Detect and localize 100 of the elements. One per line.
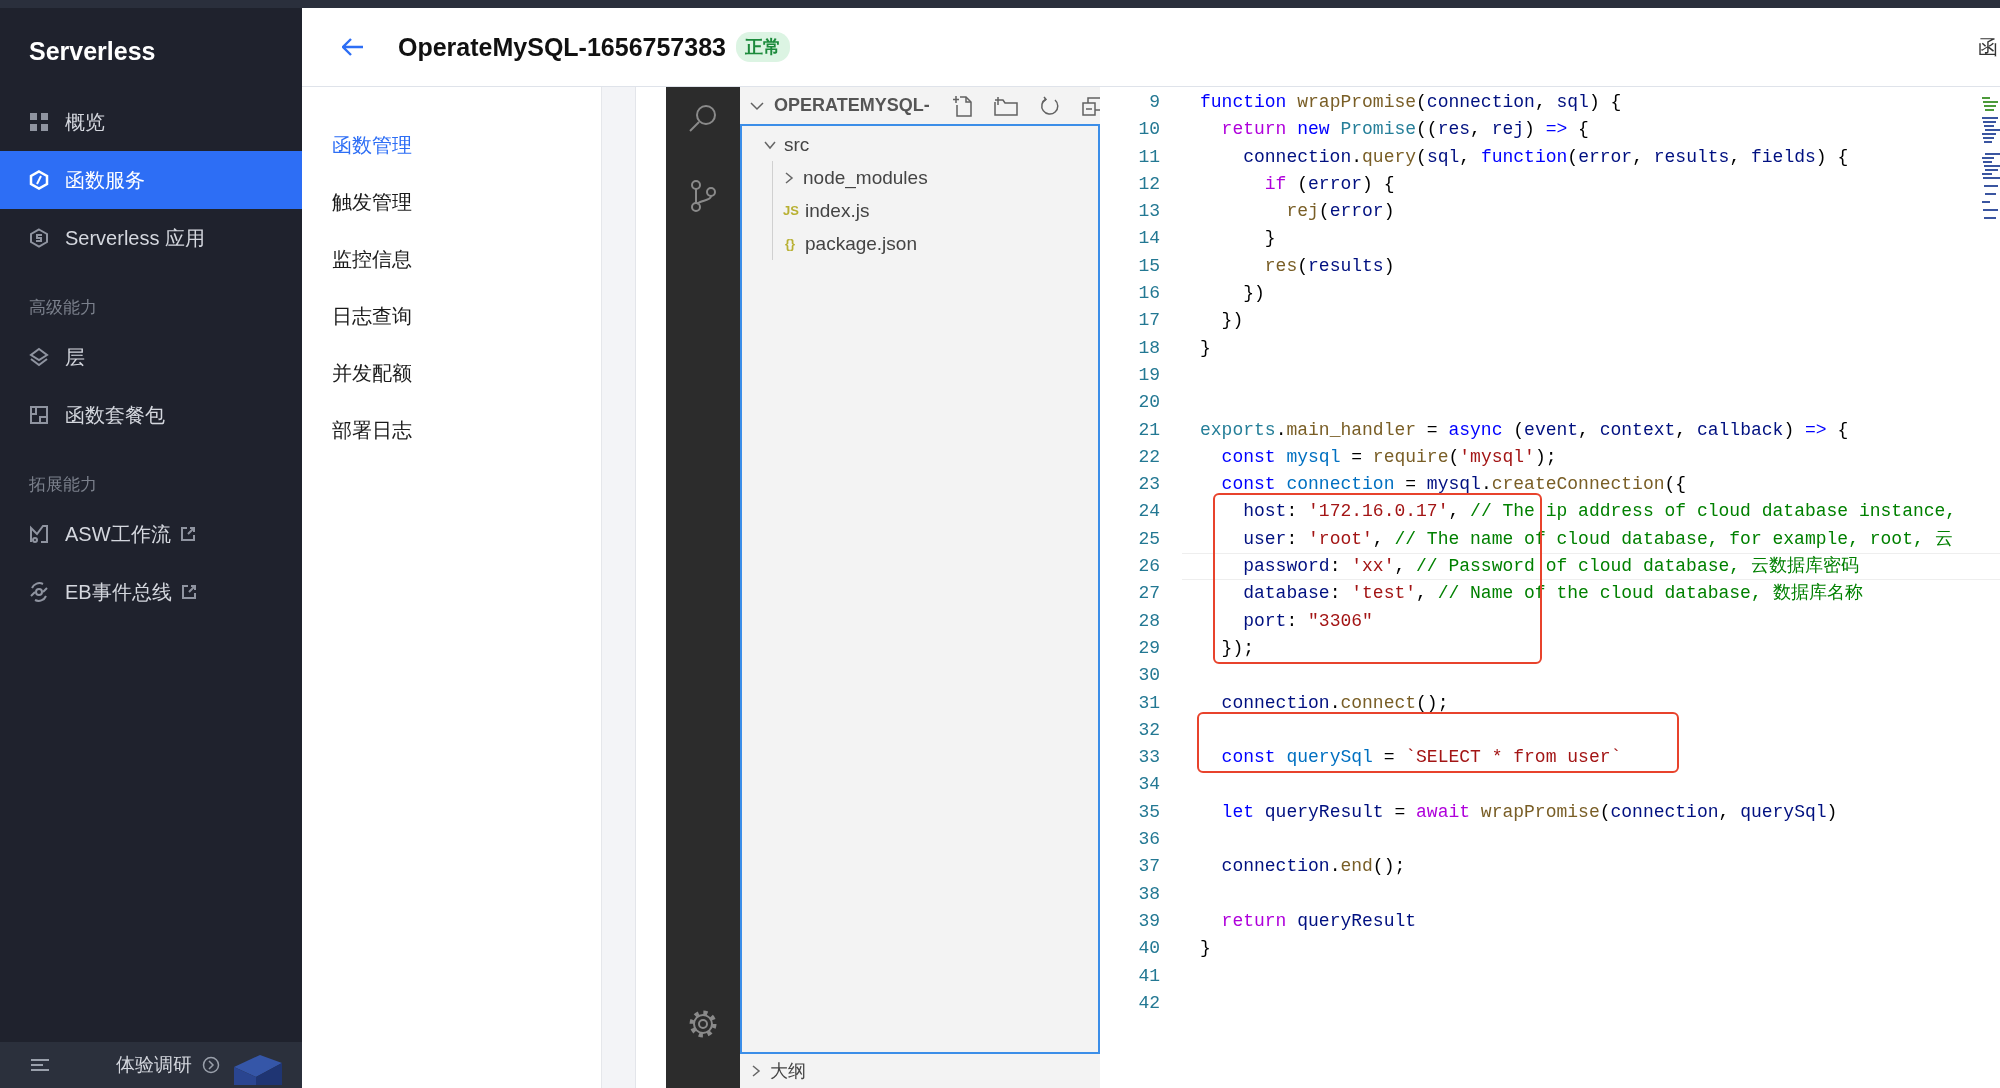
- header-link[interactable]: 函: [1978, 33, 1998, 61]
- code-line: return queryResult: [1220, 910, 1417, 931]
- nav-label: Serverless 应用: [65, 225, 206, 251]
- refresh-icon[interactable]: [1039, 95, 1060, 116]
- code-line: connection.end();: [1220, 856, 1406, 877]
- code-line: }: [1200, 938, 1211, 959]
- line-number: 13: [1137, 200, 1160, 224]
- line-number: 21: [1137, 418, 1160, 442]
- code-line: rej(error): [1285, 201, 1395, 222]
- outline-section[interactable]: 大纲: [740, 1054, 1100, 1088]
- line-number: 30: [1137, 664, 1160, 688]
- code-line: return new Promise((res, rej) => {: [1220, 119, 1589, 140]
- branch-icon[interactable]: [688, 179, 718, 213]
- line-number: 36: [1137, 828, 1160, 851]
- hexagon-icon: [29, 170, 49, 190]
- code-line: res(results): [1263, 255, 1395, 276]
- logo: Serverless: [28, 36, 156, 67]
- line-number: 31: [1137, 691, 1160, 715]
- line-number: 32: [1137, 718, 1160, 742]
- code-line: function wrapPromise(connection, sql) {: [1200, 92, 1622, 112]
- new-folder-icon[interactable]: [993, 95, 1018, 116]
- line-number: 27: [1137, 582, 1160, 606]
- code-line: let queryResult = await wrapPromise(connection, querySql): [1220, 801, 1838, 822]
- subnav-item[interactable]: 监控信息: [302, 231, 412, 288]
- line-number: 34: [1137, 773, 1160, 797]
- code-line: }): [1220, 310, 1244, 331]
- status-badge: 正常: [735, 32, 790, 62]
- chevron-right-icon[interactable]: [783, 171, 795, 184]
- bus-icon: [29, 582, 49, 602]
- line-number: 23: [1137, 473, 1160, 497]
- package-icon: [29, 405, 49, 425]
- line-number: 10: [1137, 118, 1160, 142]
- line-number: 42: [1137, 991, 1160, 1015]
- arrow-circle-icon[interactable]: [202, 1056, 220, 1074]
- code-line: const connection = mysql.createConnection({: [1220, 474, 1687, 495]
- file-type-icon: {}: [783, 236, 797, 251]
- line-number: 14: [1137, 227, 1160, 251]
- grid-icon: [29, 112, 49, 132]
- line-number: 41: [1137, 964, 1160, 988]
- code-line: const querySql = `SELECT * from user`: [1220, 747, 1622, 768]
- code-line: }: [1200, 337, 1211, 358]
- subnav-item[interactable]: 部署日志: [302, 402, 412, 459]
- line-number: 17: [1137, 309, 1160, 333]
- layers-icon: [29, 347, 49, 367]
- nav-item[interactable]: Serverless 应用: [0, 209, 302, 267]
- line-number: 22: [1137, 445, 1160, 469]
- code-line: host: '172.16.0.17', // The ip address of cloud database instance,: [1242, 501, 1957, 522]
- line-number: 24: [1137, 500, 1160, 524]
- nav-item[interactable]: 概览: [0, 93, 302, 151]
- line-number: 37: [1137, 855, 1160, 879]
- nav-label: ASW工作流: [65, 521, 171, 547]
- nav-item[interactable]: ASW工作流: [0, 505, 302, 563]
- code-line: if (error) {: [1263, 173, 1395, 194]
- code-line: connection.connect();: [1220, 692, 1449, 713]
- tree-item[interactable]: {} package.json: [773, 227, 1098, 260]
- list-icon[interactable]: [30, 1058, 50, 1072]
- section-heading: 拓展能力: [28, 474, 98, 496]
- file-type-icon: JS: [783, 203, 797, 218]
- nav-label: 层: [65, 344, 85, 370]
- subnav-item[interactable]: 触发管理: [302, 174, 412, 231]
- subnav-item[interactable]: 函数管理: [302, 117, 412, 174]
- new-file-icon[interactable]: [951, 94, 972, 117]
- line-number: 28: [1137, 609, 1160, 633]
- nav-label: 函数套餐包: [65, 402, 165, 428]
- section-heading: 高级能力: [28, 297, 98, 319]
- line-number: 15: [1137, 254, 1160, 278]
- subnav-item[interactable]: 并发配额: [302, 345, 412, 402]
- line-number: 9: [1148, 91, 1160, 114]
- collapse-icon[interactable]: [1081, 95, 1102, 116]
- line-number: 26: [1137, 555, 1160, 579]
- tree-item[interactable]: src: [742, 128, 1098, 161]
- line-number: 39: [1137, 909, 1160, 933]
- code-line: const mysql = require('mysql');: [1220, 446, 1557, 467]
- code-line: }: [1263, 228, 1276, 249]
- line-number: 20: [1137, 391, 1160, 415]
- nav-item[interactable]: 函数服务: [0, 151, 302, 209]
- line-number: 12: [1137, 172, 1160, 196]
- nav-item[interactable]: EB事件总线: [0, 563, 302, 621]
- nav-item[interactable]: 函数套餐包: [0, 386, 302, 444]
- line-number: 29: [1137, 636, 1160, 660]
- code-line: connection.query(sql, function(error, results, fields) {: [1242, 146, 1849, 167]
- chevron-right-icon: [750, 1065, 762, 1077]
- chevron-down-icon[interactable]: [750, 100, 764, 111]
- hexagon-icon: [29, 228, 49, 248]
- survey-link[interactable]: 体验调研: [116, 1052, 192, 1078]
- line-number: 33: [1137, 746, 1160, 770]
- code-line: });: [1220, 637, 1254, 658]
- subnav-item[interactable]: 日志查询: [302, 288, 412, 345]
- code-line: password: 'xx', // Password of cloud database, 云数据库密码: [1242, 556, 1859, 577]
- settings-icon[interactable]: [687, 1008, 719, 1040]
- line-number: 19: [1137, 363, 1160, 387]
- line-number: 11: [1137, 145, 1160, 169]
- search-icon[interactable]: [688, 103, 718, 133]
- line-number: 38: [1137, 882, 1160, 906]
- tree-item[interactable]: node_modules: [773, 161, 1098, 194]
- code-line: port: "3306": [1242, 610, 1373, 631]
- back-arrow-icon[interactable]: [342, 38, 364, 56]
- flow-icon: [29, 524, 49, 544]
- tree-item[interactable]: JS index.js: [773, 194, 1098, 227]
- nav-item[interactable]: 层: [0, 328, 302, 386]
